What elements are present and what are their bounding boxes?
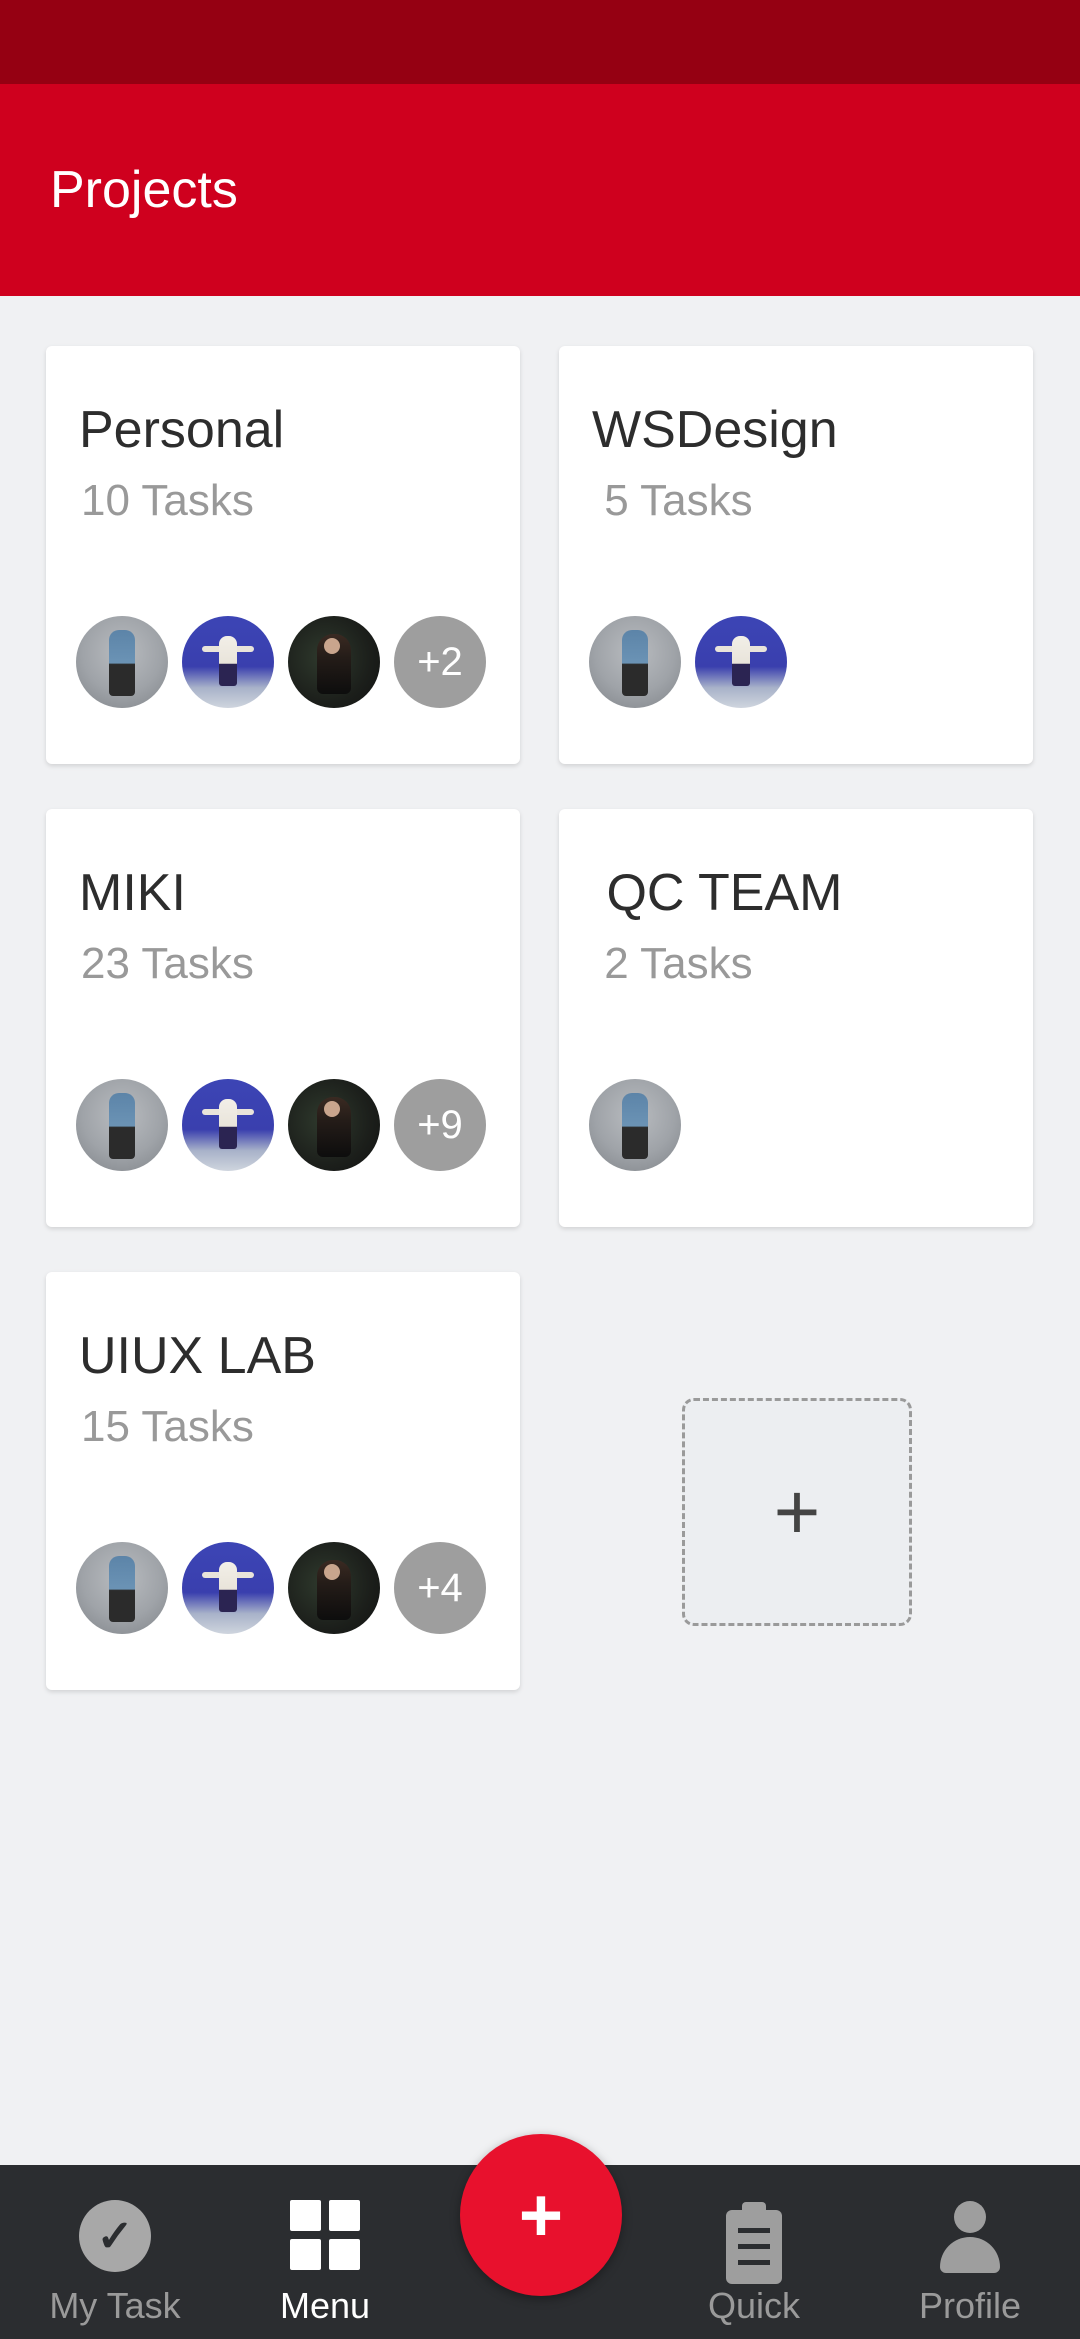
nav-label: Quick <box>707 2285 801 2326</box>
nav-item-profile[interactable]: Profile <box>870 2165 1070 2339</box>
project-name: MIKI <box>79 864 186 922</box>
avatar <box>589 616 681 708</box>
avatar <box>288 616 380 708</box>
more-members-badge: +4 <box>394 1542 486 1634</box>
plus-icon: + <box>518 2172 564 2258</box>
member-avatars <box>589 1079 695 1175</box>
project-name: WSDesign <box>592 401 838 459</box>
project-task-count: 5 Tasks <box>592 476 753 525</box>
project-task-count: 10 Tasks <box>81 476 254 525</box>
avatar <box>589 1079 681 1171</box>
project-name: QC TEAM <box>592 864 843 922</box>
nav-label: Profile <box>918 2285 1022 2326</box>
avatar <box>182 1079 274 1171</box>
person-icon <box>940 2201 1000 2273</box>
member-avatars <box>589 616 801 712</box>
plus-icon: + <box>773 1467 821 1556</box>
status-bar <box>0 0 1080 84</box>
project-card-uiux-lab[interactable]: UIUX LAB 15 Tasks +4 <box>46 1272 520 1690</box>
project-card-personal[interactable]: Personal 10 Tasks +2 <box>46 346 520 764</box>
add-project-button[interactable]: + <box>682 1398 912 1626</box>
project-card-miki[interactable]: MIKI 23 Tasks +9 <box>46 809 520 1227</box>
avatar <box>182 616 274 708</box>
nav-item-quick[interactable]: Quick <box>654 2165 854 2339</box>
project-task-count: 15 Tasks <box>81 1402 254 1451</box>
check-circle-icon: ✓ <box>79 2200 151 2272</box>
project-task-count: 23 Tasks <box>81 939 254 988</box>
avatar <box>288 1542 380 1634</box>
avatar <box>288 1079 380 1171</box>
project-name: UIUX LAB <box>79 1327 316 1385</box>
add-fab-button[interactable]: + <box>460 2134 622 2296</box>
project-card-qc-team[interactable]: QC TEAM 2 Tasks <box>559 809 1033 1227</box>
avatar <box>76 1542 168 1634</box>
member-avatars: +2 <box>76 616 500 712</box>
avatar <box>695 616 787 708</box>
more-members-badge: +9 <box>394 1079 486 1171</box>
nav-item-my-task[interactable]: ✓ My Task <box>15 2165 215 2339</box>
avatar <box>76 616 168 708</box>
more-members-badge: +2 <box>394 616 486 708</box>
clipboard-icon <box>726 2202 782 2284</box>
avatar <box>76 1079 168 1171</box>
project-name: Personal <box>79 401 285 459</box>
member-avatars: +4 <box>76 1542 500 1638</box>
nav-label: My Task <box>49 2285 181 2326</box>
nav-item-menu[interactable]: Menu <box>225 2165 425 2339</box>
nav-label: Menu <box>279 2285 371 2326</box>
avatar <box>182 1542 274 1634</box>
grid-icon <box>290 2200 360 2270</box>
page-title: Projects <box>50 161 238 219</box>
project-card-wsdesign[interactable]: WSDesign 5 Tasks <box>559 346 1033 764</box>
project-task-count: 2 Tasks <box>592 939 753 988</box>
member-avatars: +9 <box>76 1079 500 1175</box>
